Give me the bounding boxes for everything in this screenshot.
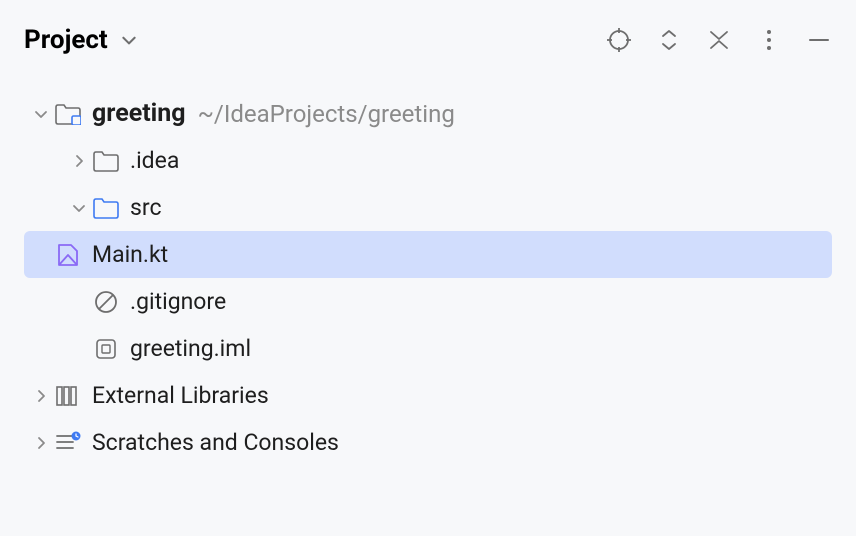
folder-icon	[92, 147, 120, 175]
tree-node-label: External Libraries	[92, 382, 269, 409]
more-options-icon[interactable]	[756, 27, 782, 53]
expand-collapse-icon[interactable]	[656, 27, 682, 53]
collapse-all-icon[interactable]	[706, 27, 732, 53]
source-folder-icon	[92, 194, 120, 222]
tree-node-iml[interactable]: greeting.iml	[0, 325, 856, 372]
project-tree: greeting ~/IdeaProjects/greeting .idea s…	[0, 70, 856, 466]
panel-title: Project	[24, 25, 108, 55]
chevron-right-icon[interactable]	[28, 388, 54, 404]
chevron-down-icon[interactable]	[116, 27, 142, 53]
chevron-down-icon[interactable]	[28, 106, 54, 122]
tree-node-main-kt[interactable]: Main.kt	[24, 231, 832, 278]
tree-node-label: greeting	[92, 99, 186, 128]
tree-node-src[interactable]: src	[0, 184, 856, 231]
tree-node-label: .gitignore	[130, 288, 226, 315]
tree-node-label: Scratches and Consoles	[92, 429, 339, 456]
tree-node-idea[interactable]: .idea	[0, 137, 856, 184]
tree-node-label: src	[130, 194, 162, 221]
chevron-down-icon[interactable]	[66, 200, 92, 216]
module-folder-icon	[54, 100, 82, 128]
tree-node-project-root[interactable]: greeting ~/IdeaProjects/greeting	[0, 90, 856, 137]
tree-node-label: Main.kt	[92, 241, 168, 268]
scratches-icon	[54, 429, 82, 457]
ignored-file-icon	[92, 288, 120, 316]
tree-node-label: greeting.iml	[130, 335, 251, 362]
library-icon	[54, 382, 82, 410]
tree-node-scratches[interactable]: Scratches and Consoles	[0, 419, 856, 466]
kotlin-file-icon	[54, 241, 82, 269]
tree-node-path: ~/IdeaProjects/greeting	[198, 100, 455, 128]
tree-node-label: .idea	[130, 147, 179, 174]
tree-node-gitignore[interactable]: .gitignore	[0, 278, 856, 325]
chevron-right-icon[interactable]	[28, 435, 54, 451]
chevron-right-icon[interactable]	[66, 153, 92, 169]
tree-node-external-libraries[interactable]: External Libraries	[0, 372, 856, 419]
select-target-icon[interactable]	[606, 27, 632, 53]
minimize-icon[interactable]	[806, 27, 832, 53]
iml-file-icon	[92, 335, 120, 363]
panel-title-group[interactable]: Project	[24, 25, 142, 55]
project-panel-header: Project	[0, 0, 856, 70]
panel-actions	[606, 27, 832, 53]
